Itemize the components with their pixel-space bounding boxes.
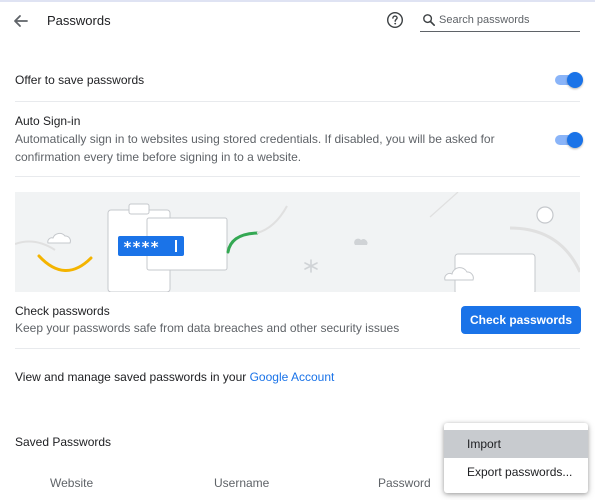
offer-save-label: Offer to save passwords [15, 73, 145, 87]
check-passwords-description: Keep your passwords safe from data breac… [15, 321, 400, 335]
password-cursor [175, 240, 177, 252]
search-input[interactable] [439, 11, 577, 29]
search-field [420, 10, 580, 32]
cloud-shape [47, 232, 71, 244]
saved-passwords-title: Saved Passwords [15, 435, 112, 449]
grey-line [429, 192, 459, 218]
menu-item-import[interactable]: Import [444, 430, 588, 458]
column-header-username[interactable]: Username [214, 476, 269, 490]
auto-signin-description: Automatically sign in to websites using … [15, 132, 495, 164]
offer-save-toggle[interactable] [554, 72, 583, 88]
clipboard-clip [128, 203, 150, 215]
check-passwords-title: Check passwords [15, 304, 110, 318]
circle-shape [536, 206, 554, 224]
toggle-knob [567, 132, 583, 148]
help-button[interactable] [386, 11, 404, 29]
divider [15, 101, 580, 102]
page-title: Passwords [47, 13, 111, 28]
green-arc [226, 231, 259, 254]
grey-curve [256, 205, 288, 234]
divider [15, 348, 580, 349]
yellow-arc [37, 254, 93, 272]
google-account-line: View and manage saved passwords in your … [15, 370, 334, 384]
account-text: View and manage saved passwords in your [15, 370, 250, 384]
saved-passwords-menu: Import Export passwords... [444, 423, 588, 493]
asterisk-shape [304, 259, 318, 273]
check-passwords-button[interactable]: Check passwords [461, 306, 581, 334]
column-header-password[interactable]: Password [378, 476, 431, 490]
page-header: Passwords [0, 2, 595, 42]
menu-item-export-passwords[interactable]: Export passwords... [444, 458, 588, 486]
password-check-illustration: **** [15, 192, 580, 292]
search-icon [423, 14, 435, 26]
column-header-website[interactable]: Website [50, 476, 93, 490]
back-button[interactable] [10, 11, 32, 31]
divider [15, 176, 580, 177]
help-circle-icon [386, 11, 404, 29]
toggle-knob [567, 72, 583, 88]
auto-signin-toggle[interactable] [554, 132, 583, 148]
google-account-link[interactable]: Google Account [250, 370, 335, 384]
cloud-shape [354, 238, 368, 245]
masked-password: **** [123, 238, 159, 256]
arrow-back-icon [14, 15, 28, 27]
check-passwords-illustration: **** [15, 192, 580, 292]
auto-signin-label: Auto Sign-in [15, 114, 81, 128]
